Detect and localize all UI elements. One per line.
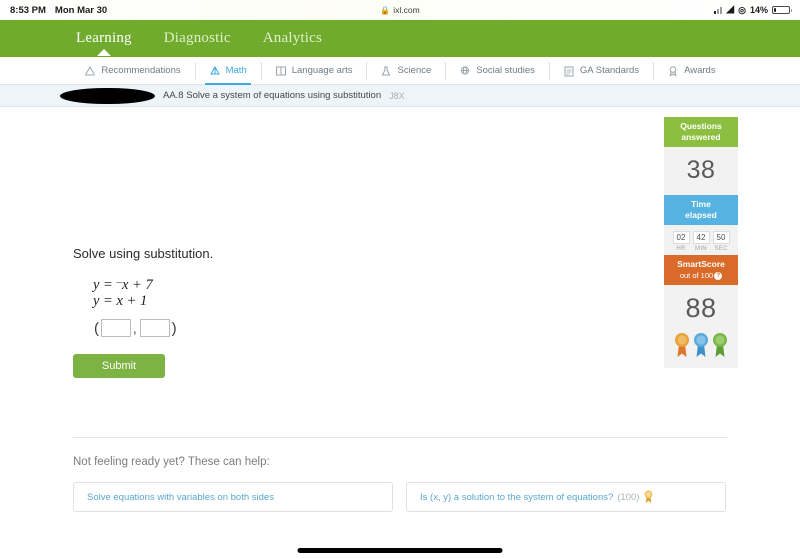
subnav-item-ga-standards[interactable]: GA Standards: [548, 57, 653, 85]
helper-card-solve-equations[interactable]: Solve equations with variables on both s…: [73, 482, 393, 512]
timer-minutes-label: MIN: [695, 246, 707, 252]
timer-seconds-label: SEC: [714, 246, 728, 252]
home-indicator[interactable]: [297, 548, 503, 553]
subnav-item-awards[interactable]: Awards: [653, 57, 730, 85]
ixl-skill-practice-screen: 8:53 PM Mon Mar 30 🔒 ixl.com ◢ ◎ 14% Lea…: [0, 0, 800, 559]
smartscore-value: 88: [685, 293, 717, 323]
timer-seconds-value: 50: [712, 231, 730, 244]
helper-section-title: Not feeling ready yet? These can help:: [73, 456, 270, 468]
ipad-status-bar: 8:53 PM Mon Mar 30 🔒 ixl.com ◢ ◎ 14%: [0, 0, 800, 20]
subnav-label-awards: Awards: [684, 65, 716, 76]
subnav-item-language-arts[interactable]: Language arts: [260, 57, 367, 85]
answer-input-x[interactable]: [101, 319, 131, 337]
location-services-icon: ◎: [738, 4, 746, 15]
equation-line-1: y = –x + 7: [93, 275, 153, 293]
open-paren: (: [94, 319, 99, 337]
cellular-signal-icon: [714, 6, 723, 14]
subnav-item-social-studies[interactable]: Social studies: [445, 57, 549, 85]
nav-item-analytics-label: Analytics: [262, 30, 323, 46]
submit-button[interactable]: Submit: [73, 354, 165, 378]
questions-answered-title-2: answered: [681, 132, 721, 142]
battery-icon: [772, 5, 792, 15]
medal-icon-blue: [694, 333, 708, 357]
helper-card-solution-check[interactable]: Is (x, y) a solution to the system of eq…: [406, 482, 726, 512]
smartscore-header: SmartScore out of 100?: [664, 255, 738, 285]
status-time: 8:53 PM: [10, 4, 46, 16]
book-icon: [275, 66, 286, 75]
subnav-label-math: Math: [225, 65, 247, 76]
status-date: Mon Mar 30: [54, 4, 108, 16]
time-elapsed-title-2: elapsed: [685, 210, 717, 220]
smartscore-subtitle: out of 100: [679, 271, 714, 280]
subnav-item-math[interactable]: Math: [194, 57, 261, 85]
question-mark-icon[interactable]: ?: [714, 272, 723, 280]
timer-minutes: 42 MIN: [692, 231, 710, 252]
status-bar-left: 8:53 PM Mon Mar 30: [10, 5, 107, 16]
questions-answered-value: 38: [686, 156, 716, 184]
nav-item-learning-label: Learning: [76, 30, 132, 46]
subnav-item-recommendations[interactable]: Recommendations: [70, 57, 194, 85]
skill-title: AA.8 Solve a system of equations using s…: [163, 90, 382, 101]
medal-icon-green: [713, 333, 727, 357]
flask-icon: [382, 66, 391, 75]
subnav-label-ga-standards: GA Standards: [579, 65, 640, 76]
close-paren: ): [171, 319, 177, 337]
answer-input-y[interactable]: [139, 319, 170, 337]
nav-item-diagnostic[interactable]: Diagnostic: [148, 30, 247, 47]
battery-percent: 14%: [749, 5, 768, 15]
clipboard-icon: [564, 66, 574, 76]
status-bar-right: ◢ ◎ 14%: [714, 4, 792, 16]
questions-answered-header: Questions answered: [664, 117, 738, 147]
ordered-pair-answer-row: ( , ): [92, 319, 179, 337]
skill-code: J8X: [389, 90, 405, 101]
award-medals-row: [674, 328, 728, 360]
question-prompt: Solve using substitution.: [73, 246, 214, 261]
time-elapsed-title-1: Time: [691, 199, 711, 209]
timer-seconds: 50 SEC: [712, 231, 730, 252]
timer-minutes-value: 42: [692, 231, 710, 244]
helper-card-2-label: Is (x, y) a solution to the system of eq…: [420, 491, 614, 503]
smartscore-title: SmartScore: [677, 259, 725, 269]
timer-hours-label: HR: [676, 246, 686, 252]
nav-item-learning[interactable]: Learning: [60, 30, 148, 47]
timer-hours-value: 02: [672, 231, 690, 244]
subnav-label-language-arts: Language arts: [291, 65, 353, 76]
lock-icon: 🔒: [380, 5, 391, 15]
subject-nav-bar: Recommendations Math Language arts Scien…: [0, 57, 800, 85]
helper-card-2-count: (100): [617, 491, 640, 503]
wifi-icon: ◢: [726, 4, 735, 15]
smartscore-subtitle-row: out of 100?: [666, 270, 736, 281]
primary-nav-bar: Learning Diagnostic Analytics: [0, 20, 800, 57]
browser-url-display: 🔒 ixl.com: [0, 0, 800, 20]
subnav-label-social-studies: Social studies: [476, 65, 535, 76]
mini-medal-icon: [645, 490, 653, 503]
equation-1-rest: x + 7: [121, 277, 153, 294]
subnav-label-recommendations: Recommendations: [101, 65, 181, 76]
awards-icon: [669, 65, 677, 76]
equation-2-text: y = x + 1: [93, 293, 148, 310]
math-icon: [209, 65, 220, 74]
url-text: ixl.com: [393, 5, 420, 15]
nav-item-diagnostic-label: Diagnostic: [163, 30, 231, 46]
section-divider: [73, 437, 727, 438]
globe-icon: [461, 65, 470, 75]
time-elapsed-header: Time elapsed: [664, 195, 738, 225]
subnav-item-science[interactable]: Science: [366, 57, 445, 85]
questions-answered-title-1: Questions: [680, 121, 722, 131]
helper-card-1-label: Solve equations with variables on both s…: [87, 491, 274, 503]
time-elapsed-display: 02 HR 42 MIN 50 SEC: [672, 225, 730, 255]
skill-breadcrumb-bar: AA.8 Solve a system of equations using s…: [0, 85, 800, 107]
equation-system: y = –x + 7 y = x + 1: [93, 275, 153, 309]
equation-1-prefix: y =: [93, 277, 117, 294]
medal-icon-orange: [675, 333, 689, 357]
nav-item-analytics[interactable]: Analytics: [247, 30, 338, 47]
answer-comma: ,: [133, 320, 137, 336]
equation-line-2: y = x + 1: [93, 293, 153, 309]
timer-hours: 02 HR: [672, 231, 690, 252]
recommendations-icon: [85, 65, 96, 75]
subnav-label-science: Science: [397, 65, 432, 76]
equation-1-text: y = –x + 7: [93, 277, 153, 293]
score-sidebar-panel: Questions answered 38 Time elapsed 02 HR…: [664, 117, 738, 368]
redacted-user-name: [60, 87, 155, 104]
